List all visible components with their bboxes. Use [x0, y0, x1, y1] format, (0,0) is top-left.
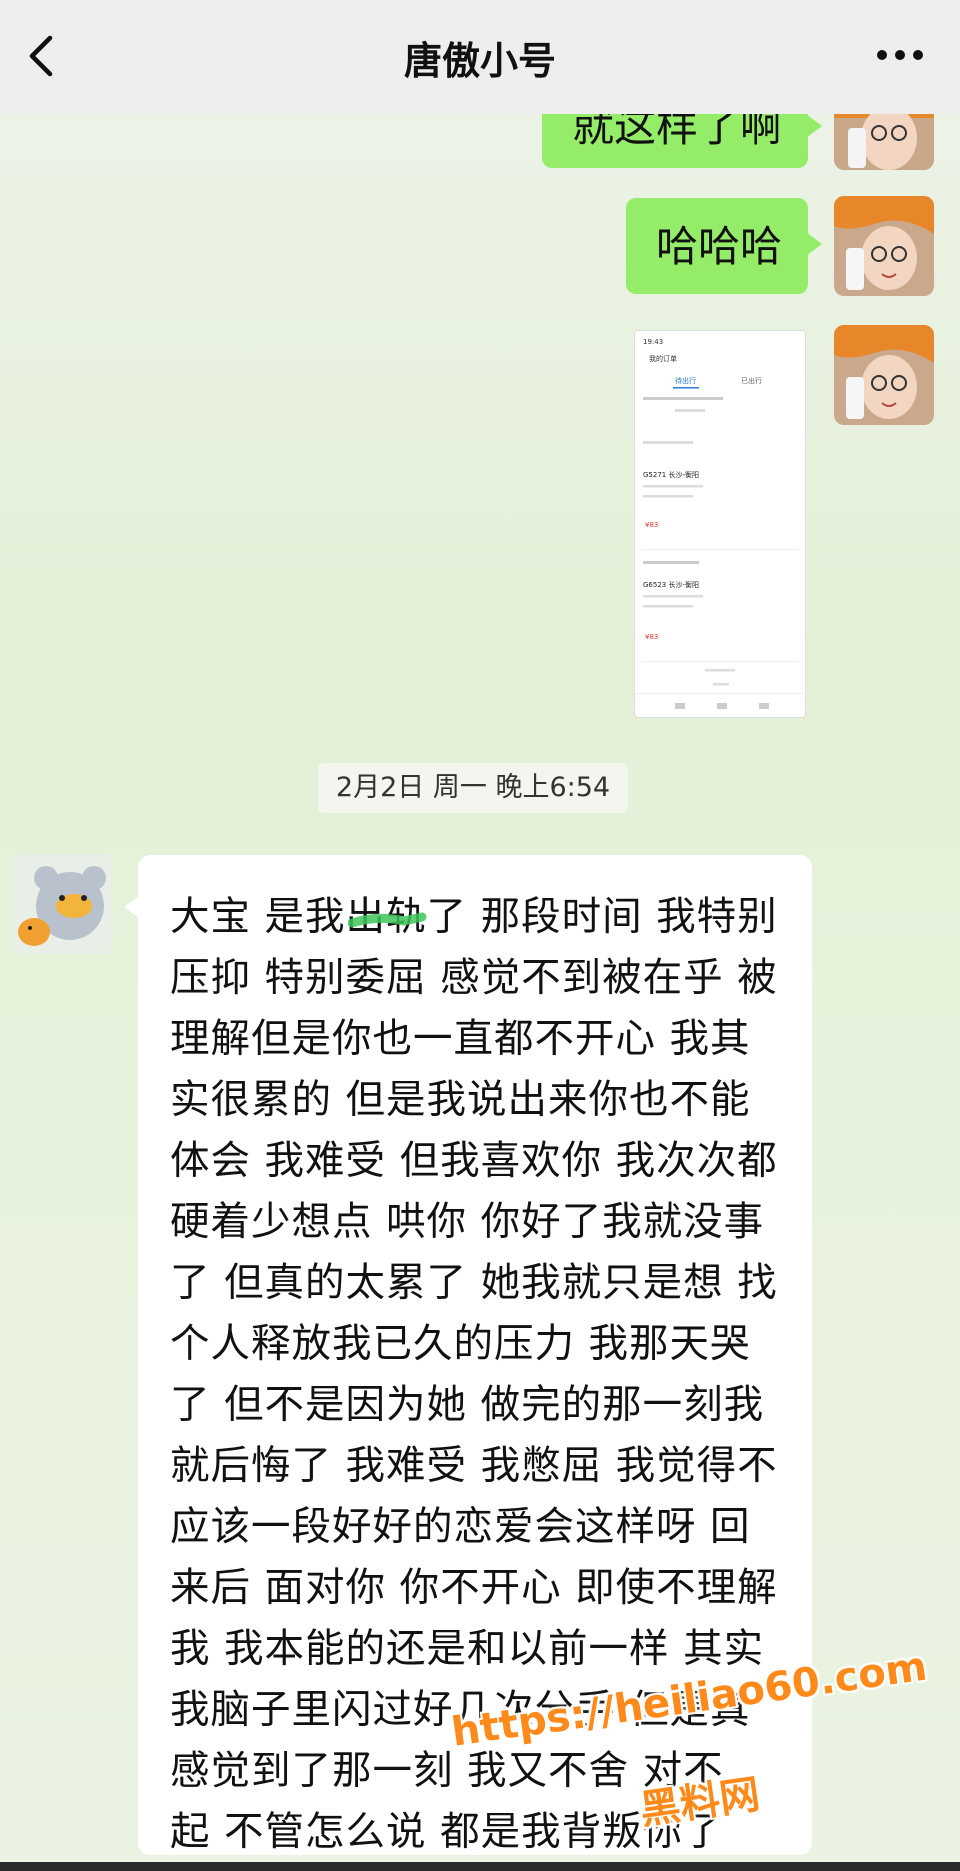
- sent-image-screenshot[interactable]: 19:43 我的订单 待出行 已出行 G5271 长沙-衡阳 ¥83 G6523…: [634, 330, 807, 718]
- sent-message-text: 哈哈哈: [656, 222, 783, 271]
- message-line: 硬着少想点 哄你 你好了我就没事: [170, 1199, 765, 1245]
- thumb-time: 19:43: [643, 338, 663, 346]
- message-line: 体会 我难受 但我喜欢你 我次次都: [170, 1138, 778, 1184]
- bottom-edge: [0, 1862, 960, 1871]
- my-avatar[interactable]: [834, 196, 934, 296]
- thumb-train-2: G6523 长沙-衡阳: [643, 580, 699, 589]
- message-line: 就后悔了 我难受 我憋屈 我觉得不: [170, 1443, 778, 1489]
- message-line: 个人释放我已久的压力 我那天哭: [170, 1321, 751, 1367]
- sent-message[interactable]: 哈哈哈: [626, 198, 822, 294]
- message-line: 我 我本能的还是和以前一样 其实: [170, 1626, 765, 1672]
- message-line: 理解但是你也一直都不开心 我其: [170, 1016, 751, 1062]
- more-dots-icon[interactable]: [876, 48, 924, 62]
- thumb-train-1: G5271 长沙-衡阳: [643, 470, 699, 479]
- message-line: 了 但真的太累了 她我就只是想 找: [170, 1260, 778, 1306]
- thumb-tab-1: 待出行: [675, 376, 696, 385]
- message-line: 来后 面对你 你不开心 即使不理解: [170, 1565, 778, 1611]
- chat-title: 唐傲小号: [403, 39, 556, 83]
- contact-avatar[interactable]: [12, 854, 112, 954]
- thumb-tab-2: 已出行: [741, 376, 762, 385]
- message-line: 了 但不是因为她 做完的那一刻我: [170, 1382, 765, 1428]
- message-line: 大宝 是我出轨了 那段时间 我特别: [170, 894, 778, 940]
- message-line: 压抑 特别委屈 感觉不到被在乎 被: [170, 955, 778, 1001]
- timestamp: 2月2日 周一 晚上6:54: [318, 763, 628, 813]
- thumb-price-2: ¥83: [645, 633, 658, 641]
- my-avatar[interactable]: [834, 325, 934, 425]
- highlight-mark: [348, 912, 427, 928]
- chat-area: 就这样了啊 哈哈哈 19:43 我的订单 待出行 已出行 G5271 长沙-衡阳…: [0, 0, 960, 1871]
- message-line: 应该一段好好的恋爱会这样呀 回: [170, 1504, 751, 1550]
- message-line: 实很累的 但是我说出来你也不能: [170, 1077, 751, 1123]
- top-bar: 唐傲小号: [0, 0, 960, 114]
- thumb-title: 我的订单: [649, 354, 677, 363]
- thumb-price-1: ¥83: [645, 521, 658, 529]
